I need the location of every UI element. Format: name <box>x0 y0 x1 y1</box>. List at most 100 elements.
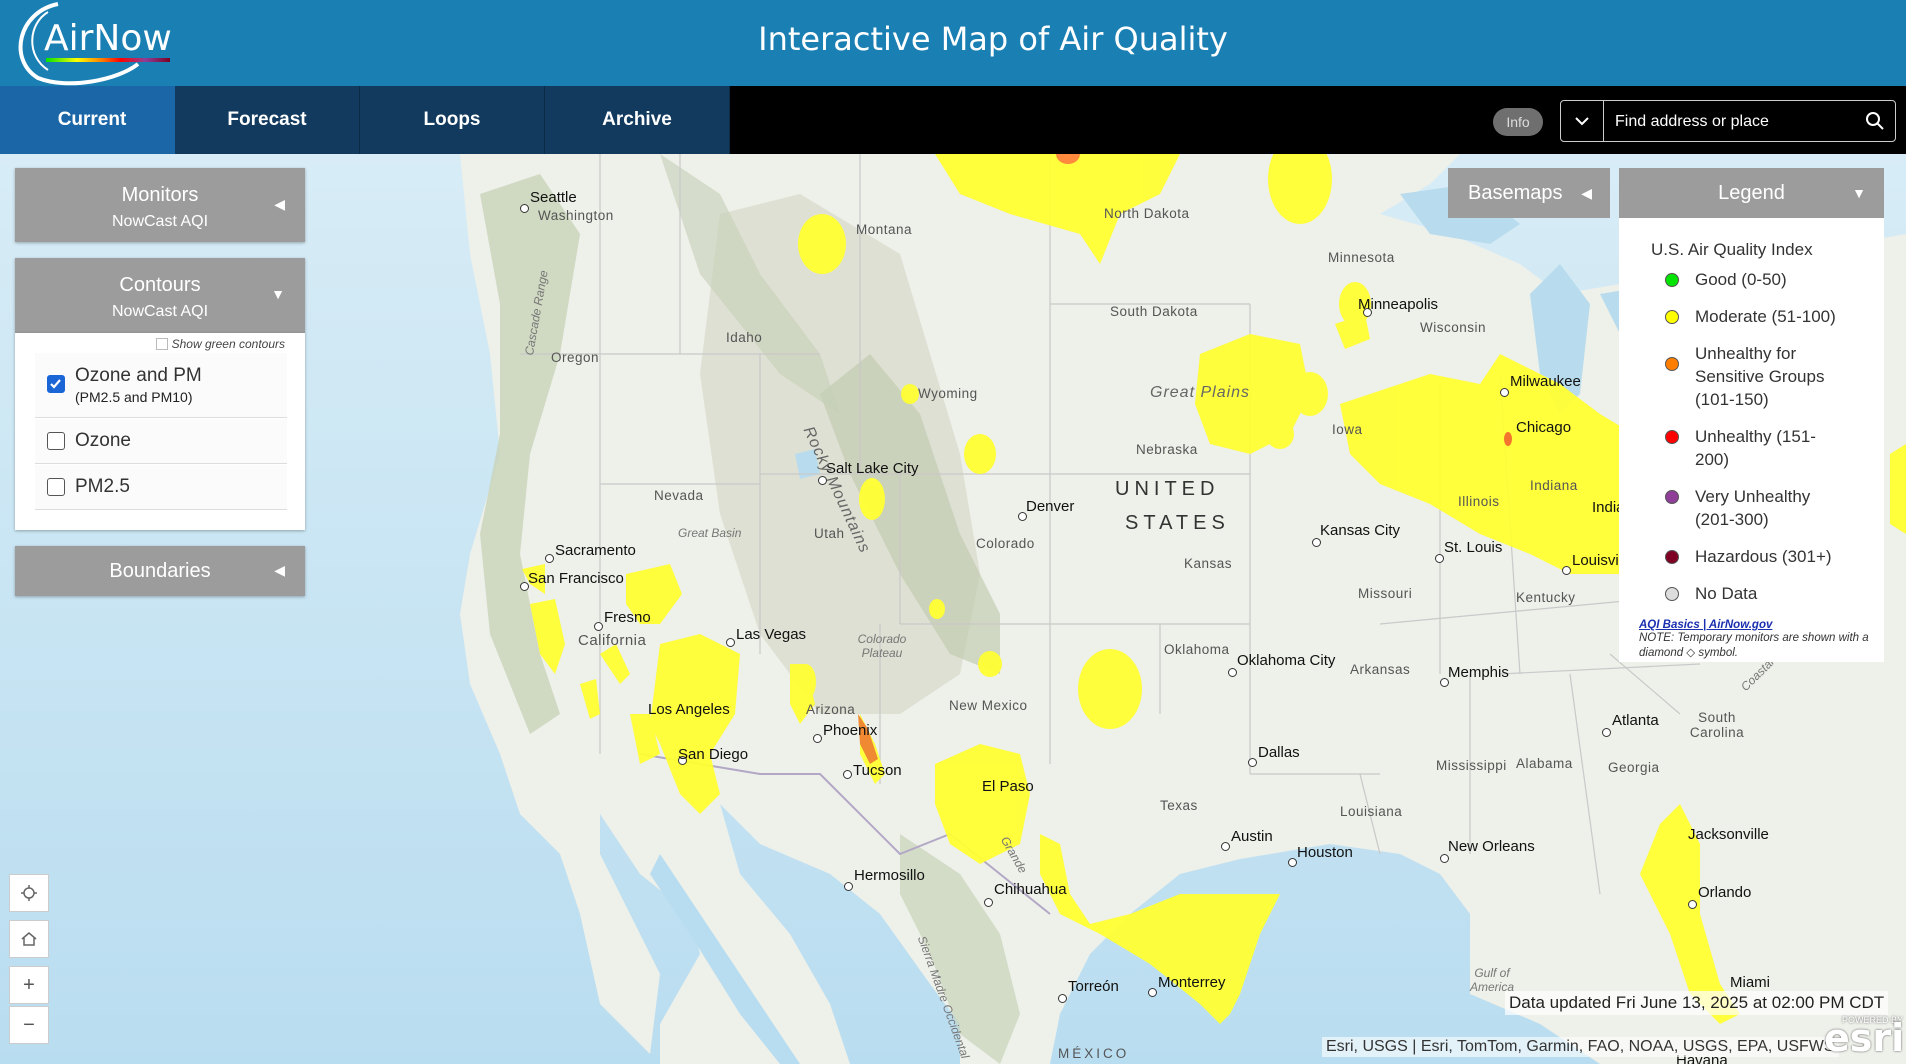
home-icon <box>21 932 37 946</box>
state-label: Alabama <box>1516 756 1573 771</box>
zoom-out-button[interactable]: − <box>9 1006 49 1044</box>
info-button[interactable]: Info <box>1493 108 1543 136</box>
caret-left-icon: ◀ <box>274 196 285 212</box>
option-ozone[interactable]: Ozone <box>35 419 287 464</box>
legend-header-label: Legend <box>1718 181 1785 204</box>
search-box <box>1560 100 1896 143</box>
tab-forecast[interactable]: Forecast <box>175 86 360 154</box>
state-label: North Dakota <box>1104 206 1190 221</box>
city-chicago: Chicago <box>1516 419 1572 436</box>
city-dot <box>984 898 993 907</box>
search-icon[interactable] <box>1865 111 1885 131</box>
show-green-contours[interactable]: Show green contours <box>155 337 285 351</box>
state-label: New Mexico <box>949 698 1028 713</box>
country-label-us-1: UNITED <box>1115 478 1220 500</box>
boundaries-title: Boundaries <box>109 560 211 582</box>
monitors-subtitle: NowCast AQI <box>111 213 209 230</box>
city-dot <box>1435 554 1444 563</box>
legend-item-no-data: No Data <box>1651 582 1884 605</box>
boundaries-panel-toggle[interactable]: Boundaries ◀ <box>15 546 305 596</box>
city-st-louis: St. Louis <box>1444 539 1503 556</box>
city-dot <box>594 622 603 631</box>
state-label: Missouri <box>1358 586 1413 601</box>
contours-subtitle: NowCast AQI <box>111 303 209 320</box>
region-label: Great Plains <box>1150 384 1251 401</box>
city-new-orleans: New Orleans <box>1448 838 1535 855</box>
city-milwaukee: Milwaukee <box>1510 373 1581 390</box>
city-houston: Houston <box>1297 844 1353 861</box>
ozone-checkbox[interactable] <box>47 432 65 450</box>
state-label: Arizona <box>806 702 856 717</box>
search-input[interactable] <box>1605 101 1857 143</box>
show-green-label: Show green contours <box>171 337 285 351</box>
legend-label: Good (0-50) <box>1695 270 1787 289</box>
city-memphis: Memphis <box>1448 664 1509 681</box>
caret-down-icon: ▼ <box>271 286 285 302</box>
city-dot <box>1562 566 1571 575</box>
state-label: Louisiana <box>1340 804 1403 819</box>
tab-loops[interactable]: Loops <box>360 86 545 154</box>
zoom-in-icon: + <box>23 973 35 996</box>
city-orlando: Orlando <box>1698 884 1752 901</box>
state-label: Kansas <box>1184 556 1233 571</box>
legend-item-usg: Unhealthy for Sensitive Groups (101-150) <box>1651 342 1855 411</box>
city-kansas-city: Kansas City <box>1320 522 1401 539</box>
legend-label: Moderate (51-100) <box>1695 307 1836 326</box>
data-updated-text: Data updated Fri June 13, 2025 at 02:00 … <box>1505 991 1889 1015</box>
state-label: Nebraska <box>1136 442 1198 457</box>
tab-archive[interactable]: Archive <box>545 86 730 154</box>
usg-swatch <box>1665 357 1679 371</box>
good-swatch <box>1665 273 1679 287</box>
state-label: Illinois <box>1458 494 1500 509</box>
state-label: Oklahoma <box>1164 642 1230 657</box>
ozone-pm-label: Ozone and PM <box>75 365 202 386</box>
zoom-out-icon: − <box>23 1013 35 1036</box>
region-label: Gulf of America <box>1469 966 1514 994</box>
state-label: Texas <box>1160 798 1198 813</box>
city-austin: Austin <box>1231 828 1273 845</box>
legend-label: Hazardous (301+) <box>1695 547 1832 566</box>
city-monterrey: Monterrey <box>1158 974 1226 991</box>
zoom-in-button[interactable]: + <box>9 966 49 1004</box>
tab-current[interactable]: Current <box>0 86 185 154</box>
show-green-checkbox[interactable] <box>155 338 168 350</box>
check-icon <box>50 379 61 389</box>
pm25-checkbox[interactable] <box>47 478 65 496</box>
legend-toggle[interactable]: Legend ▼ <box>1619 168 1884 218</box>
locate-button[interactable] <box>9 874 49 912</box>
monitors-panel-toggle[interactable]: Monitors NowCast AQI ◀ <box>15 168 305 242</box>
unhealthy-swatch <box>1665 430 1679 444</box>
option-ozone-and-pm[interactable]: Ozone and PM (PM2.5 and PM10) <box>35 353 287 418</box>
home-button[interactable] <box>9 920 49 958</box>
city-las-vegas: Las Vegas <box>736 626 807 643</box>
city-phoenix: Phoenix <box>823 722 878 739</box>
city-dot <box>520 204 529 213</box>
search-source-dropdown[interactable] <box>1561 101 1604 141</box>
ozone-pm-checkbox[interactable] <box>47 375 65 393</box>
option-pm25[interactable]: PM2.5 <box>35 465 287 510</box>
city-san-francisco: San Francisco <box>528 570 624 587</box>
legend-item-good: Good (0-50) <box>1651 268 1884 291</box>
city-torreon: Torreón <box>1068 978 1119 995</box>
aqi-basics-link[interactable]: AQI Basics | AirNow.gov <box>1639 619 1884 631</box>
state-label: South Dakota <box>1110 304 1198 319</box>
esri-logo[interactable]: esri <box>1824 1016 1904 1060</box>
city-dot <box>1221 842 1230 851</box>
caret-down-icon: ▼ <box>1852 185 1866 201</box>
legend-item-hazardous: Hazardous (301+) <box>1651 545 1884 568</box>
city-oklahoma-city: Oklahoma City <box>1237 652 1336 669</box>
moderate-swatch <box>1665 310 1679 324</box>
contours-panel-toggle[interactable]: Contours NowCast AQI ▼ <box>15 258 305 333</box>
very-unhealthy-swatch <box>1665 490 1679 504</box>
country-label-us-2: STATES <box>1125 512 1230 534</box>
legend-item-moderate: Moderate (51-100) <box>1651 305 1884 328</box>
state-label: California <box>578 632 647 649</box>
legend-item-very-unhealthy: Very Unhealthy (201-300) <box>1651 485 1845 531</box>
ozone-pm-sublabel: (PM2.5 and PM10) <box>75 389 193 405</box>
basemaps-toggle[interactable]: Basemaps ◀ <box>1448 168 1610 218</box>
city-dallas: Dallas <box>1258 744 1300 761</box>
locate-icon <box>21 885 37 901</box>
city-dot <box>1688 900 1697 909</box>
state-label: Montana <box>856 222 913 237</box>
state-label: Oregon <box>551 350 600 365</box>
